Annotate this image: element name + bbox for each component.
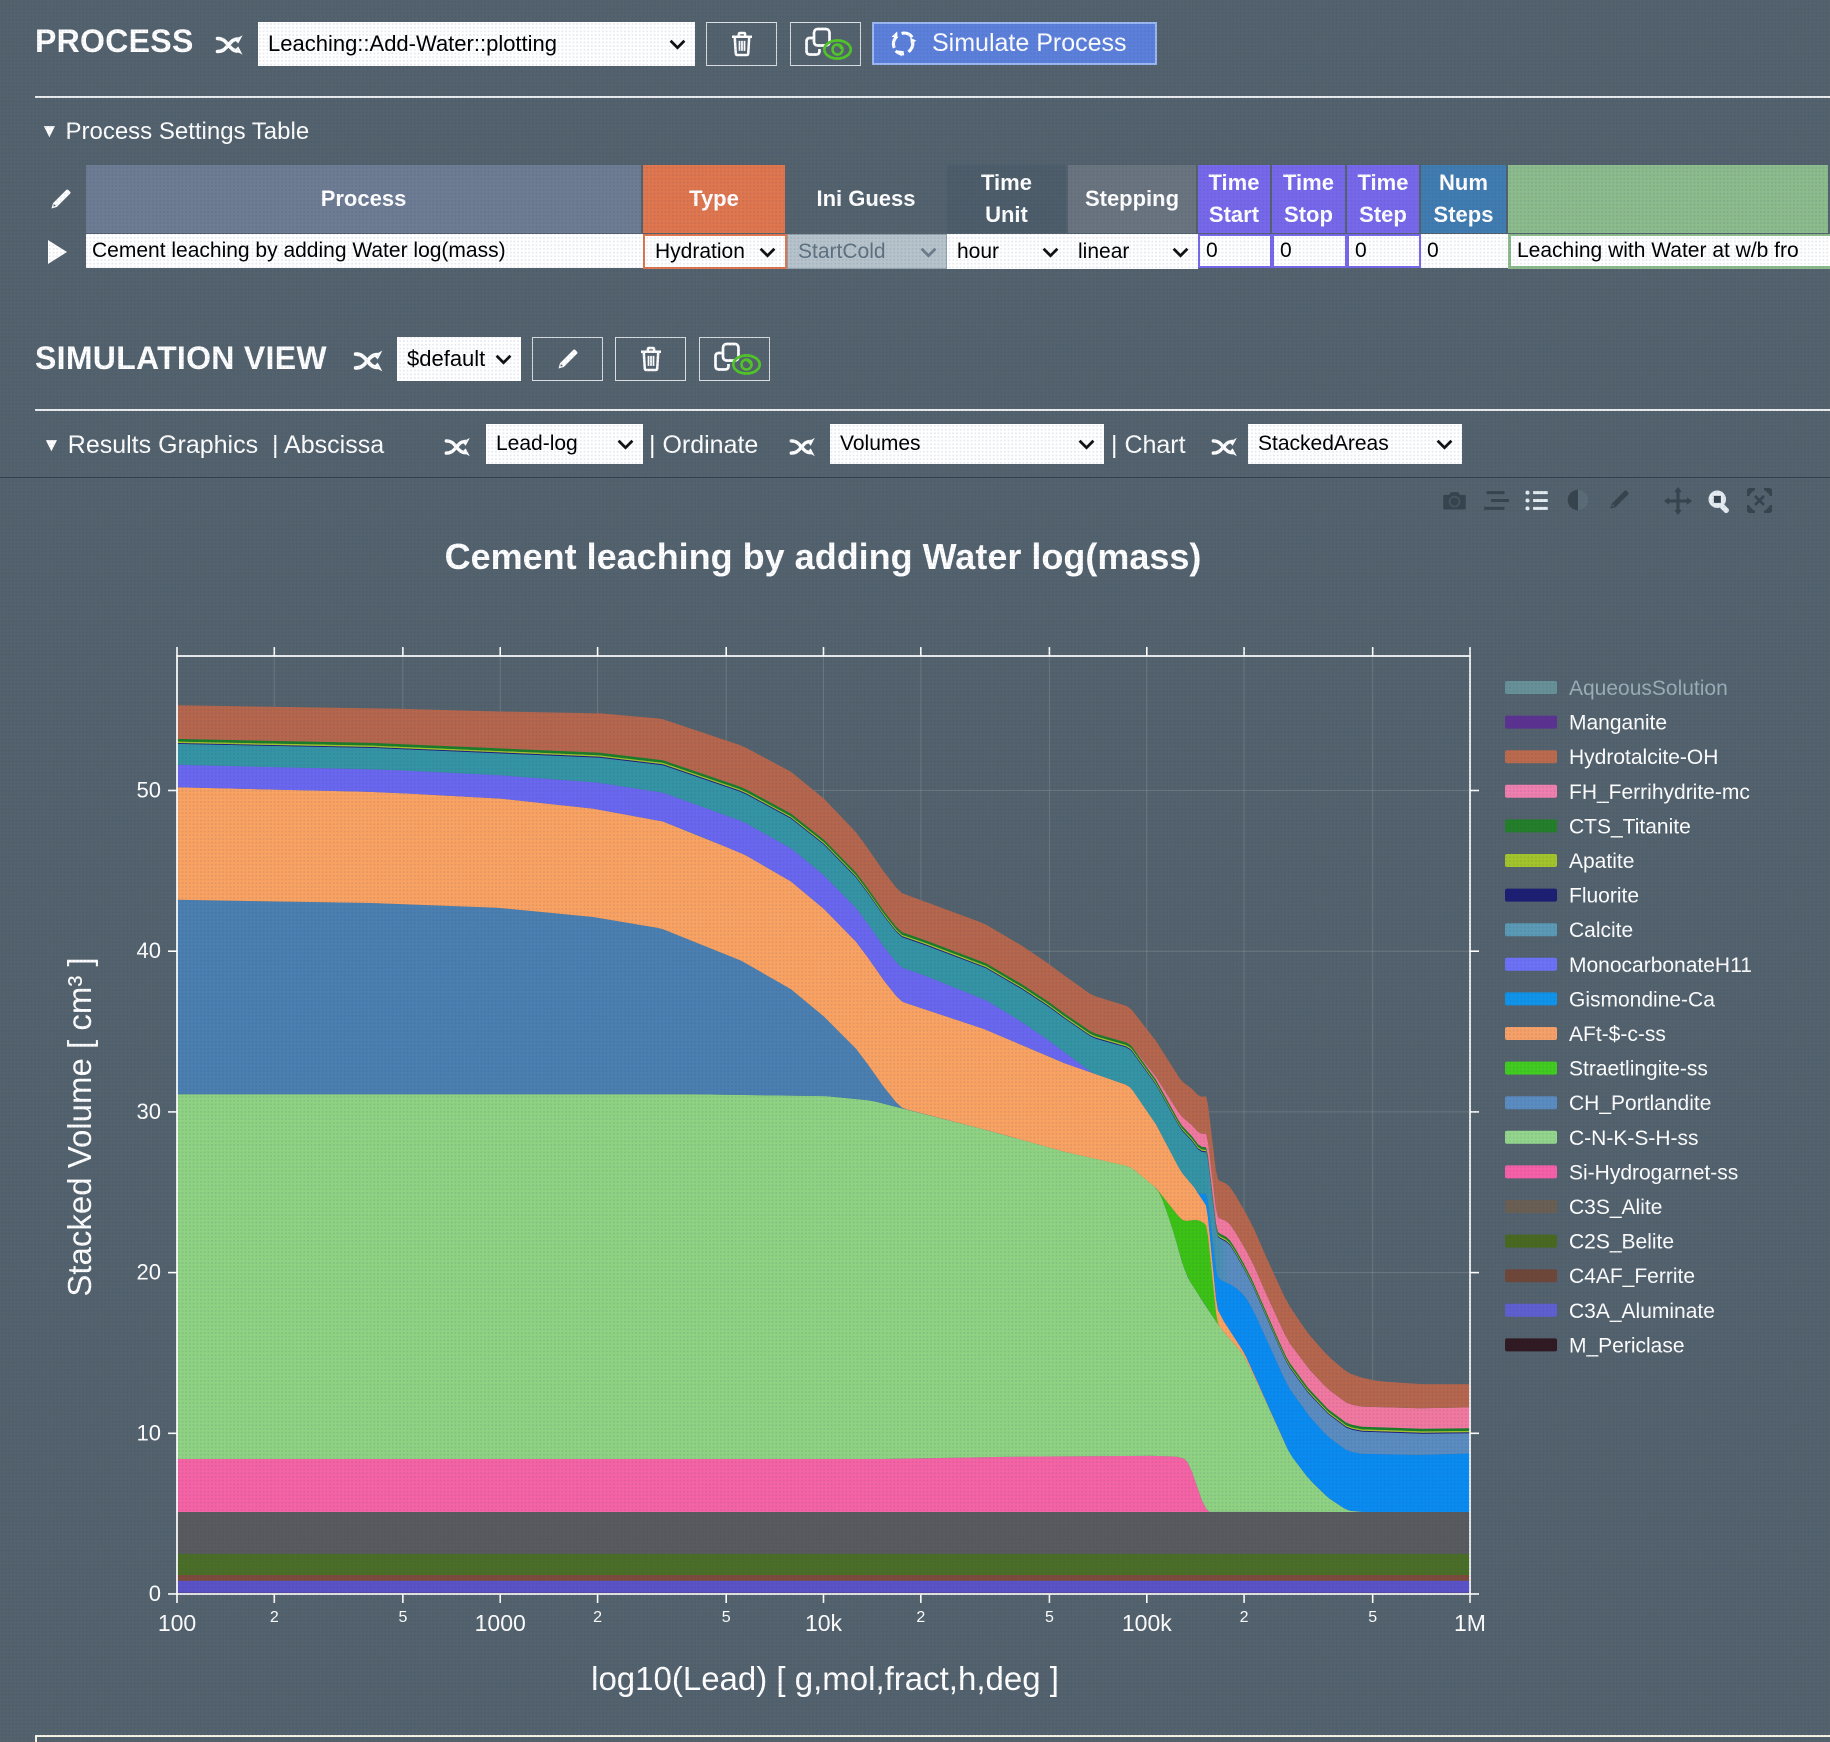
- svg-text:0: 0: [149, 1581, 161, 1606]
- svg-text:Hydrotalcite-OH: Hydrotalcite-OH: [1569, 746, 1718, 769]
- svg-text:Fluorite: Fluorite: [1569, 885, 1639, 908]
- svg-text:100: 100: [158, 1610, 196, 1636]
- svg-text:5: 5: [1045, 1609, 1054, 1626]
- svg-text:CH_Portlandite: CH_Portlandite: [1569, 1092, 1711, 1115]
- svg-text:Calcite: Calcite: [1569, 919, 1633, 942]
- svg-text:5: 5: [398, 1609, 407, 1626]
- svg-text:C3A_Aluminate: C3A_Aluminate: [1569, 1300, 1715, 1323]
- svg-text:5: 5: [1368, 1609, 1377, 1626]
- svg-text:50: 50: [137, 778, 161, 803]
- svg-text:100k: 100k: [1122, 1610, 1172, 1636]
- svg-text:Manganite: Manganite: [1569, 712, 1667, 735]
- svg-text:10: 10: [137, 1420, 161, 1445]
- svg-text:2: 2: [270, 1609, 279, 1626]
- svg-text:C-N-K-S-H-ss: C-N-K-S-H-ss: [1569, 1127, 1698, 1150]
- svg-text:AqueousSolution: AqueousSolution: [1569, 677, 1728, 700]
- svg-text:Straetlingite-ss: Straetlingite-ss: [1569, 1058, 1708, 1081]
- svg-text:M_Periclase: M_Periclase: [1569, 1334, 1685, 1357]
- svg-text:Gismondine-Ca: Gismondine-Ca: [1569, 988, 1715, 1011]
- svg-text:MonocarbonateH11: MonocarbonateH11: [1569, 954, 1752, 977]
- svg-text:log10(Lead) [ g,mol,fract,h,de: log10(Lead) [ g,mol,fract,h,deg ]: [591, 1660, 1059, 1697]
- svg-text:Si-Hydrogarnet-ss: Si-Hydrogarnet-ss: [1569, 1161, 1738, 1184]
- svg-text:Apatite: Apatite: [1569, 850, 1634, 873]
- svg-text:20: 20: [137, 1260, 161, 1285]
- svg-text:2: 2: [593, 1609, 602, 1626]
- svg-text:2: 2: [1240, 1609, 1249, 1626]
- svg-text:AFt-$-c-ss: AFt-$-c-ss: [1569, 1023, 1666, 1046]
- svg-text:1M: 1M: [1454, 1610, 1486, 1636]
- svg-text:5: 5: [722, 1609, 731, 1626]
- svg-text:30: 30: [137, 1099, 161, 1124]
- svg-text:C4AF_Ferrite: C4AF_Ferrite: [1569, 1265, 1695, 1288]
- svg-text:C3S_Alite: C3S_Alite: [1569, 1196, 1662, 1219]
- svg-text:FH_Ferrihydrite-mc: FH_Ferrihydrite-mc: [1569, 781, 1750, 804]
- svg-text:40: 40: [137, 938, 161, 963]
- svg-text:10k: 10k: [805, 1610, 843, 1636]
- svg-text:1000: 1000: [475, 1610, 526, 1636]
- svg-text:Stacked Volume [ cm³ ]: Stacked Volume [ cm³ ]: [61, 957, 98, 1296]
- svg-text:CTS_Titanite: CTS_Titanite: [1569, 815, 1691, 838]
- svg-text:C2S_Belite: C2S_Belite: [1569, 1231, 1674, 1254]
- svg-text:2: 2: [916, 1609, 925, 1626]
- svg-text:Cement leaching by adding Wate: Cement leaching by adding Water log(mass…: [445, 536, 1202, 577]
